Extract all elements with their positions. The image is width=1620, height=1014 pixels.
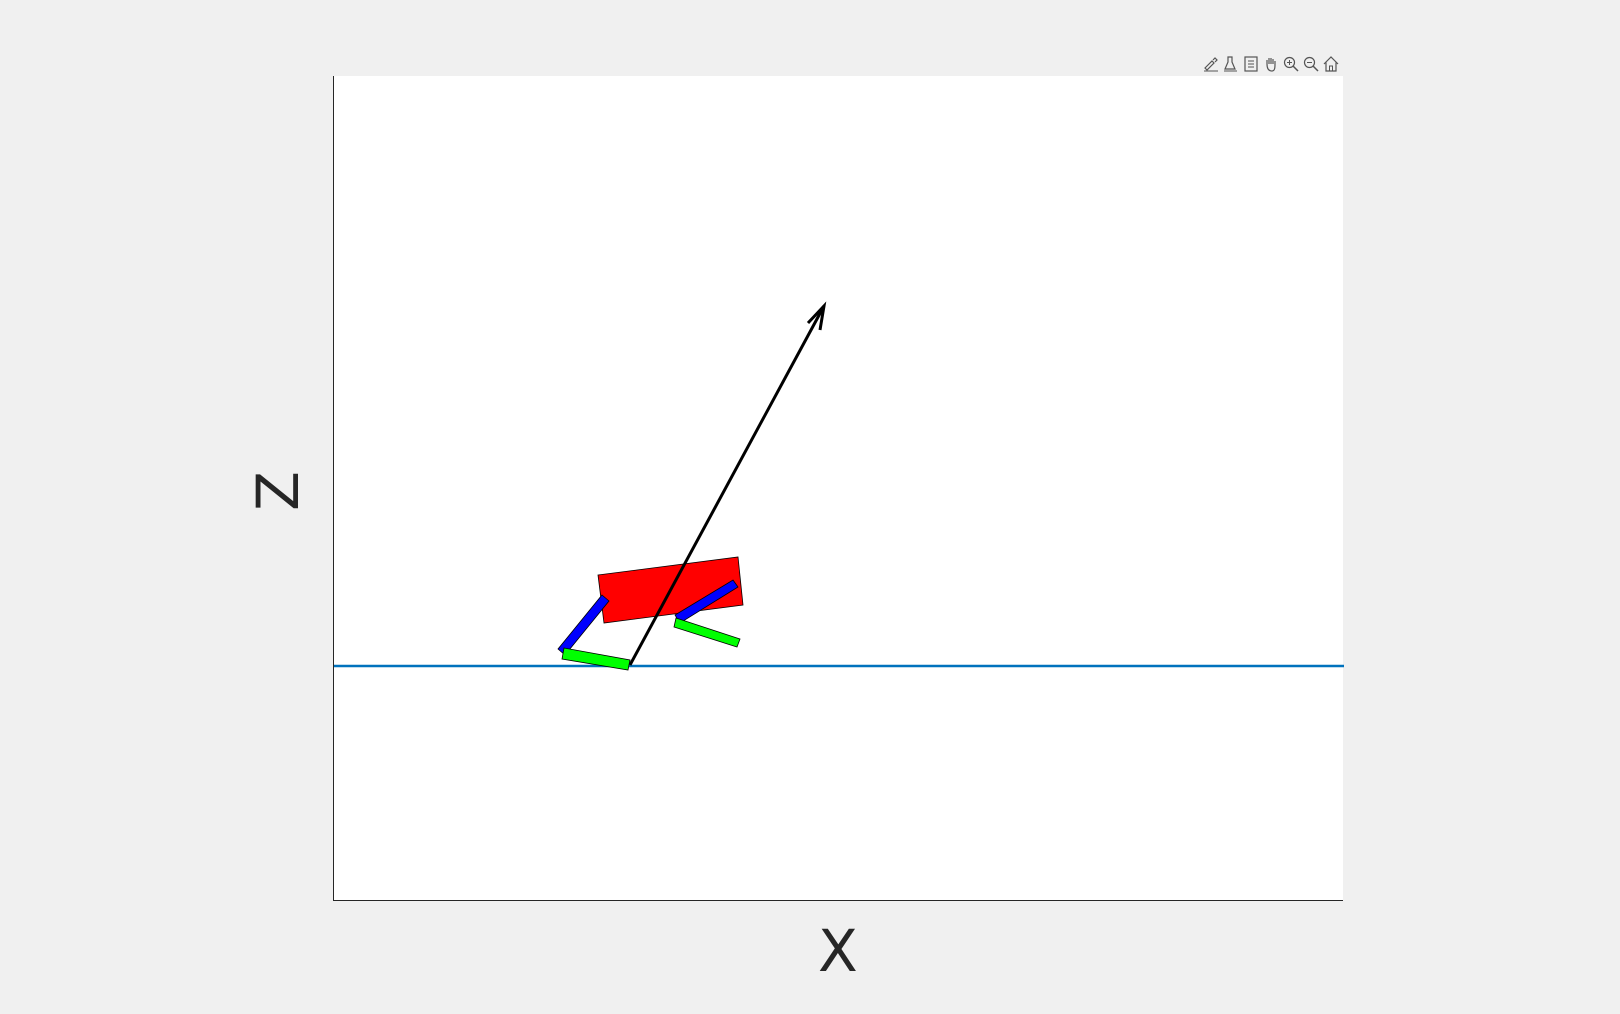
plot-canvas [334, 301, 1344, 671]
zoom-in-icon[interactable] [1282, 54, 1300, 74]
home-icon[interactable] [1322, 54, 1340, 74]
zoom-out-icon[interactable] [1302, 54, 1320, 74]
figure-window: X Z [0, 0, 1620, 1014]
y-axis-label: Z [243, 471, 312, 511]
rear-upper-leg [557, 594, 610, 656]
front-lower-leg [673, 617, 741, 648]
axes-toolbar [1202, 54, 1340, 76]
data-tips-icon[interactable] [1222, 54, 1240, 74]
x-axis-label: X [818, 917, 858, 985]
legend-icon[interactable] [1242, 54, 1260, 74]
force-arrow-shaft [628, 305, 826, 666]
plot-axes[interactable] [333, 76, 1344, 901]
brush-icon[interactable] [1202, 54, 1220, 74]
pan-icon[interactable] [1262, 54, 1280, 74]
